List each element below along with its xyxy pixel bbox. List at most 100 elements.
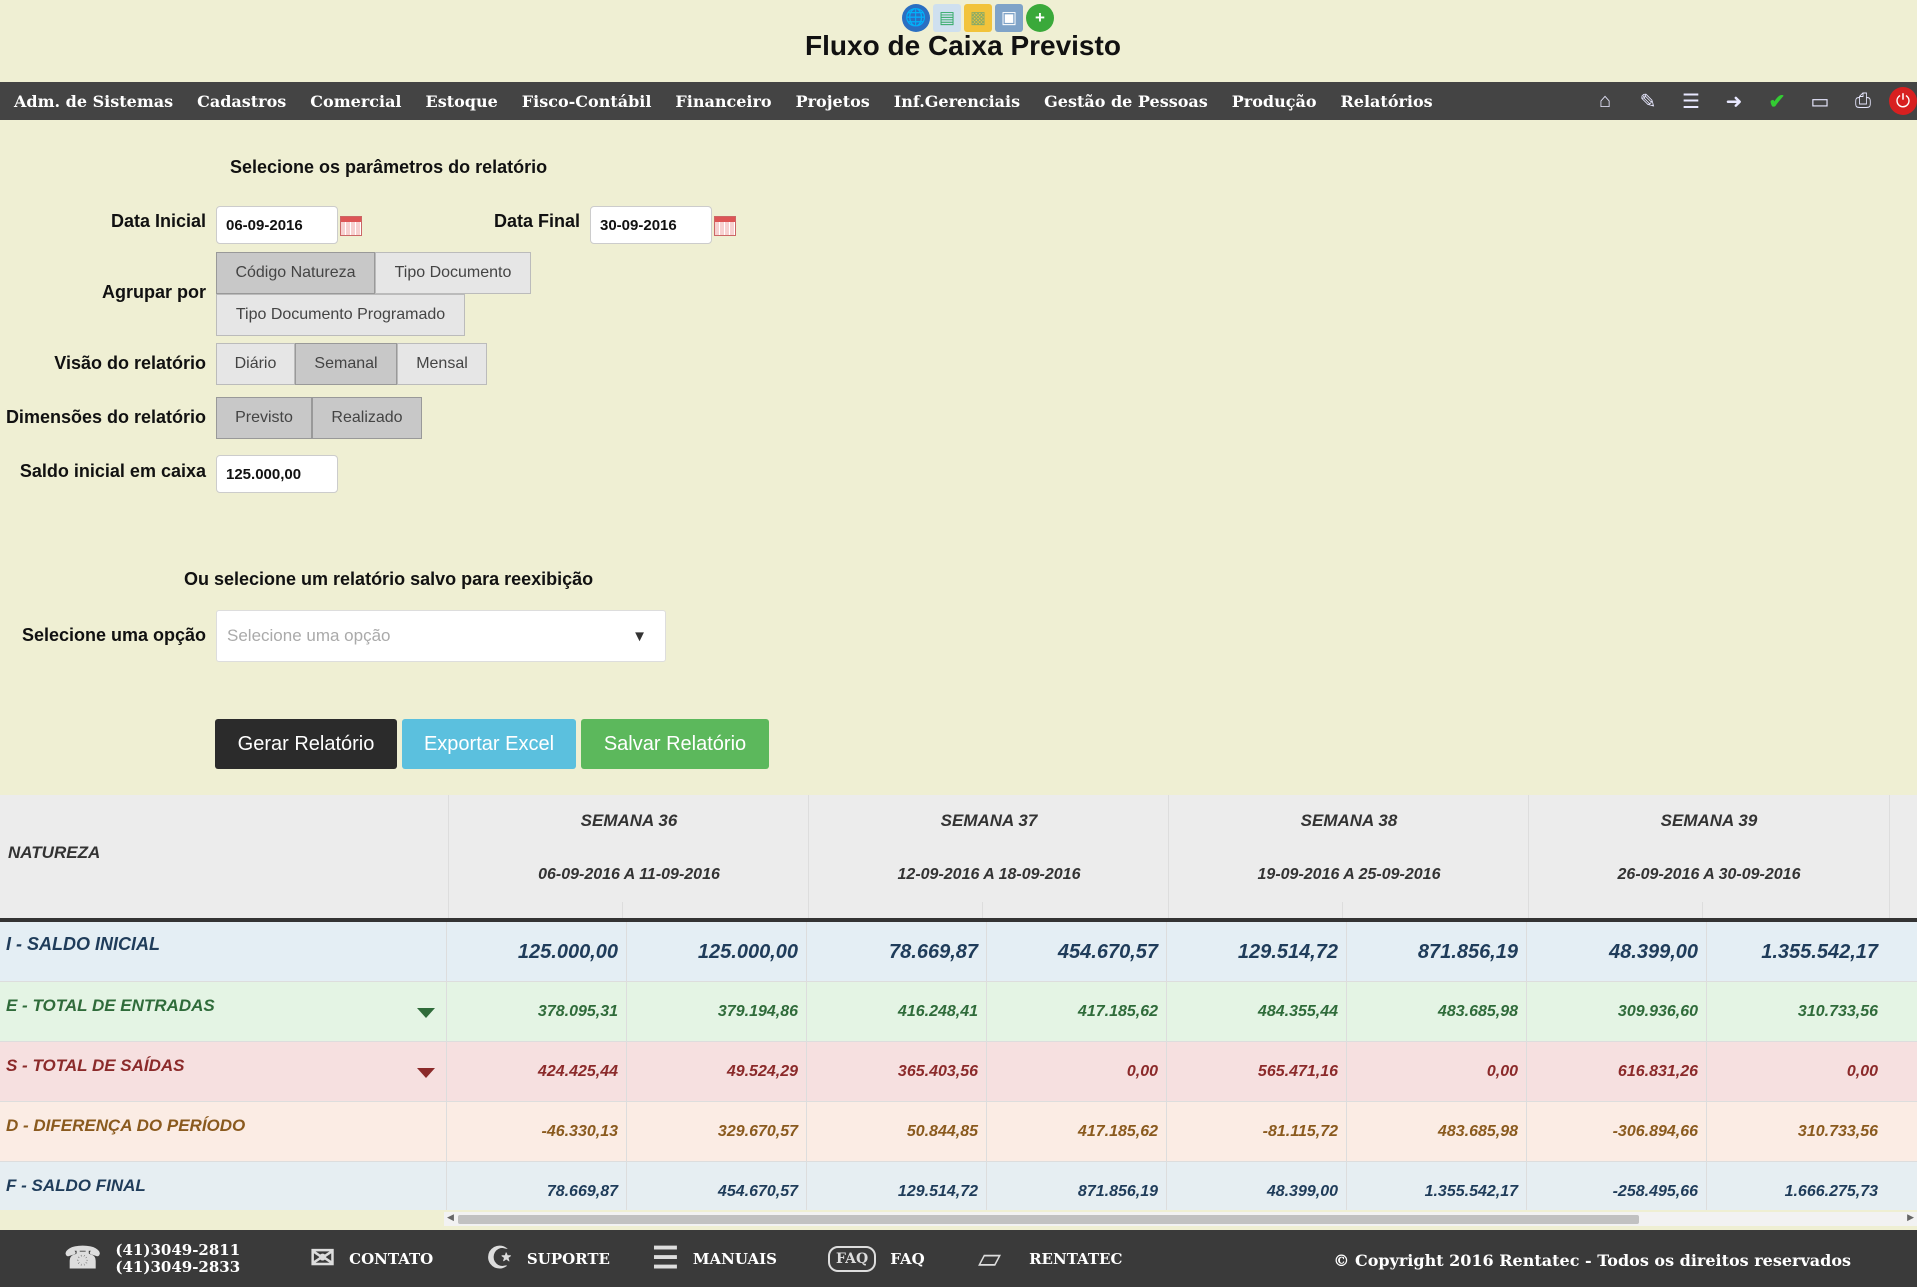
row-name: D - DIFERENÇA DO PERÍODO <box>6 1116 246 1135</box>
menu-inf-gerenciais[interactable]: Inf.Gerenciais <box>882 92 1032 111</box>
page-title: Fluxo de Caixa Previsto <box>805 30 1121 61</box>
agrupar-tipo-documento[interactable]: Tipo Documento <box>375 252 531 294</box>
footer-suporte-link[interactable]: ☪ SUPORTE <box>486 1230 610 1287</box>
phone-numbers: (41)3049-2811 (41)3049-2833 <box>115 1240 241 1276</box>
table-cell: 48.399,00 <box>1166 1162 1346 1210</box>
folder-icon[interactable]: ▩ <box>964 4 992 32</box>
menu-producao[interactable]: Produção <box>1220 92 1329 111</box>
menu-gestao-pessoas[interactable]: Gestão de Pessoas <box>1032 92 1220 111</box>
week-name: SEMANA 37 <box>940 811 1038 830</box>
rentatec-label: RENTATEC <box>1029 1249 1123 1268</box>
manuais-label: MANUAIS <box>692 1249 777 1268</box>
table-cell: 416.248,41 <box>806 982 986 1042</box>
week-header: SEMANA 36 06-09-2016 A 11-09-2016 <box>448 795 809 920</box>
week-name: SEMANA 39 <box>1660 811 1758 830</box>
table-cell: 424.425,44 <box>446 1042 626 1102</box>
table-cell: 1.355.542,17 <box>1346 1162 1526 1210</box>
visao-mensal[interactable]: Mensal <box>397 343 487 385</box>
suporte-label: SUPORTE <box>526 1249 610 1268</box>
headset-icon: ☪ <box>486 1241 513 1276</box>
menu-financeiro[interactable]: Financeiro <box>663 92 783 111</box>
table-cell: 309.936,60 <box>1526 982 1706 1042</box>
top-shortcuts: 🌐 ▤ ▩ ▣ + <box>902 4 1054 32</box>
table-cell: 50.844,85 <box>806 1102 986 1162</box>
scroll-right-icon[interactable]: ▶ <box>1907 1212 1914 1223</box>
footer-contato-link[interactable]: ✉ CONTATO <box>310 1230 433 1287</box>
report-icon[interactable]: ☰ <box>1674 86 1708 116</box>
agrupar-codigo-natureza[interactable]: Código Natureza <box>216 252 375 294</box>
select-placeholder: Selecione uma opção <box>227 626 391 645</box>
row-name: E - TOTAL DE ENTRADAS <box>6 996 215 1015</box>
table-header: NATUREZA SEMANA 36 06-09-2016 A 11-09-20… <box>0 795 1917 920</box>
export-icon[interactable]: ➜ <box>1717 86 1751 116</box>
card-icon[interactable]: ▤ <box>933 4 961 32</box>
menu-projetos[interactable]: Projetos <box>784 92 882 111</box>
table-cell: 329.670,57 <box>626 1102 806 1162</box>
saldo-inicial-input[interactable]: 125.000,00 <box>216 455 338 493</box>
print-icon[interactable]: ⎙ <box>1846 86 1880 116</box>
copyright: © Copyright 2016 Rentatec - Todos os dir… <box>1333 1251 1851 1270</box>
visao-diario[interactable]: Diário <box>216 343 295 385</box>
menu-estoque[interactable]: Estoque <box>414 92 510 111</box>
toolbar: ⌂ ✎ ☰ ➜ ✔ ▭ ⎙ ⏻ <box>1579 82 1917 120</box>
calendar-icon[interactable] <box>714 216 736 236</box>
edit-icon[interactable]: ✎ <box>1631 86 1665 116</box>
horizontal-scrollbar[interactable]: ◀ ▶ <box>444 1212 1917 1226</box>
week-header: SEMANA 37 12-09-2016 A 18-09-2016 <box>808 795 1169 920</box>
data-final-label: Data Final <box>493 211 580 231</box>
data-inicial-input[interactable]: 06-09-2016 <box>216 206 338 244</box>
footer-manuais-link[interactable]: ☰ MANUAIS <box>652 1230 777 1287</box>
data-final-input[interactable]: 30-09-2016 <box>590 206 712 244</box>
contato-label: CONTATO <box>349 1249 434 1268</box>
table-cell: 417.185,62 <box>986 982 1166 1042</box>
row-name: S - TOTAL DE SAÍDAS <box>6 1056 185 1075</box>
menu-comercial[interactable]: Comercial <box>298 92 413 111</box>
check-icon[interactable]: ✔ <box>1760 86 1794 116</box>
agrupar-group: Código Natureza Tipo Documento <box>216 252 531 294</box>
table-row: I - SALDO INICIAL 125.000,00 125.000,00 … <box>0 922 1917 982</box>
dimensao-realizado[interactable]: Realizado <box>312 397 422 439</box>
menu-cadastros[interactable]: Cadastros <box>185 92 298 111</box>
footer-phone[interactable]: ☎ (41)3049-2811 (41)3049-2833 <box>64 1230 240 1287</box>
gerar-relatorio-button[interactable]: Gerar Relatório <box>215 719 397 769</box>
table-cell: 483.685,98 <box>1346 982 1526 1042</box>
home-icon[interactable]: ⌂ <box>1588 86 1622 116</box>
faq-icon: FAQ <box>828 1245 877 1272</box>
add-icon[interactable]: + <box>1026 4 1054 32</box>
saved-report-select[interactable]: Selecione uma opção ▼ <box>216 610 666 662</box>
footer-rentatec-link[interactable]: ▱ RENTATEC <box>978 1230 1122 1287</box>
scroll-left-icon[interactable]: ◀ <box>447 1212 454 1223</box>
power-icon[interactable]: ⏻ <box>1889 87 1917 115</box>
agrupar-tipo-documento-programado[interactable]: Tipo Documento Programado <box>216 294 465 336</box>
faq-label: FAQ <box>890 1249 925 1268</box>
salvar-relatorio-button[interactable]: Salvar Relatório <box>581 719 769 769</box>
table-cell: -81.115,72 <box>1166 1102 1346 1162</box>
calendar-icon[interactable] <box>340 216 362 236</box>
select-label: Selecione uma opção <box>21 625 206 645</box>
footer-faq-link[interactable]: FAQ FAQ <box>828 1230 925 1287</box>
exportar-excel-button[interactable]: Exportar Excel <box>402 719 576 769</box>
document-icon[interactable]: ▭ <box>1803 86 1837 116</box>
scrollbar-thumb[interactable] <box>458 1215 1639 1224</box>
basket-icon[interactable]: ▣ <box>995 4 1023 32</box>
table-cell: 871.856,19 <box>986 1162 1166 1210</box>
menu-fisco-contabil[interactable]: Fisco-Contábil <box>510 92 664 111</box>
expand-icon[interactable] <box>417 1008 435 1018</box>
footer: ☎ (41)3049-2811 (41)3049-2833 ✉ CONTATO … <box>0 1230 1917 1287</box>
report-table: NATUREZA SEMANA 36 06-09-2016 A 11-09-20… <box>0 795 1917 1210</box>
row-name: I - SALDO INICIAL <box>6 934 160 954</box>
visao-semanal[interactable]: Semanal <box>295 343 397 385</box>
table-cell: 484.355,44 <box>1166 982 1346 1042</box>
phone-2: (41)3049-2833 <box>115 1257 241 1276</box>
dimensao-previsto[interactable]: Previsto <box>216 397 312 439</box>
phone-1: (41)3049-2811 <box>115 1240 241 1259</box>
table-cell: -306.894,66 <box>1526 1102 1706 1162</box>
expand-icon[interactable] <box>417 1068 435 1078</box>
table-cell: 1.355.542,17 <box>1706 922 1886 982</box>
menu-relatorios[interactable]: Relatórios <box>1329 92 1445 111</box>
table-cell: 310.733,56 <box>1706 1102 1886 1162</box>
menu-adm-sistemas[interactable]: Adm. de Sistemas <box>0 92 185 111</box>
visao-group: Diário Semanal Mensal <box>216 343 487 385</box>
table-cell: 129.514,72 <box>1166 922 1346 982</box>
globe-icon[interactable]: 🌐 <box>902 4 930 32</box>
